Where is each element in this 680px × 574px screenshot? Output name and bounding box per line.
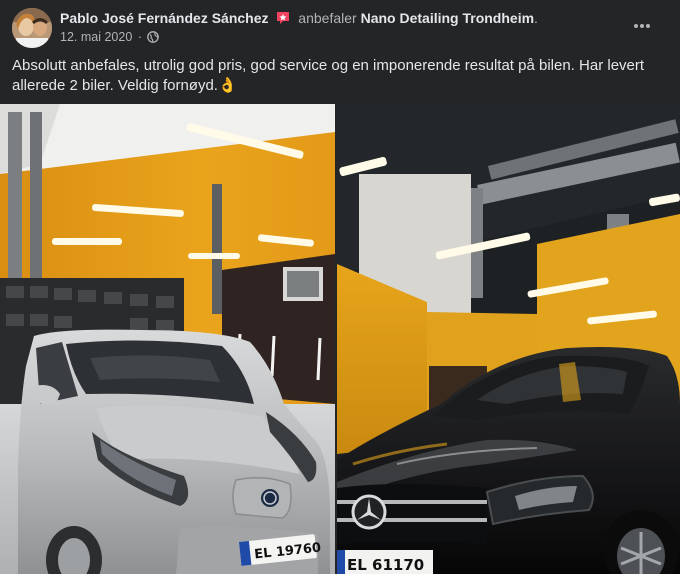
author-name[interactable]: Pablo José Fernández Sánchez xyxy=(60,10,269,26)
post-date[interactable]: 12. mai 2020 xyxy=(60,30,132,44)
more-options-button[interactable] xyxy=(626,10,658,42)
post-text: Absolutt anbefales, utrolig god pris, go… xyxy=(12,57,645,94)
recommend-badge-icon xyxy=(275,10,291,30)
recommended-page-link[interactable]: Nano Detailing Trondheim xyxy=(361,10,534,26)
license-plate-right: EL 61170 xyxy=(347,556,424,574)
photo-black-car[interactable]: EL 61170 xyxy=(337,104,680,574)
meta-separator: · xyxy=(137,30,142,44)
globe-icon[interactable] xyxy=(147,31,160,47)
post-title-line: Pablo José Fernández Sánchez anbefaler N… xyxy=(60,9,538,30)
photo-silver-car[interactable]: EL 19760 xyxy=(0,104,335,574)
more-options-icon xyxy=(634,24,650,28)
title-period: . xyxy=(534,10,538,26)
post-card: Pablo José Fernández Sánchez anbefaler N… xyxy=(0,0,680,574)
silver-car-image: EL 19760 xyxy=(0,104,335,574)
post-header: Pablo José Fernández Sánchez anbefaler N… xyxy=(0,0,680,54)
post-meta: 12. mai 2020 · xyxy=(60,29,160,47)
ok-hand-emoji: 👌 xyxy=(217,77,237,94)
author-avatar[interactable] xyxy=(12,8,52,48)
action-text: anbefaler xyxy=(298,10,357,26)
photo-grid: EL 19760 EL 61170 xyxy=(0,104,680,574)
post-body: Absolutt anbefales, utrolig god pris, go… xyxy=(12,56,662,96)
black-car-image: EL 61170 xyxy=(337,104,680,574)
avatar-photo xyxy=(12,8,52,48)
